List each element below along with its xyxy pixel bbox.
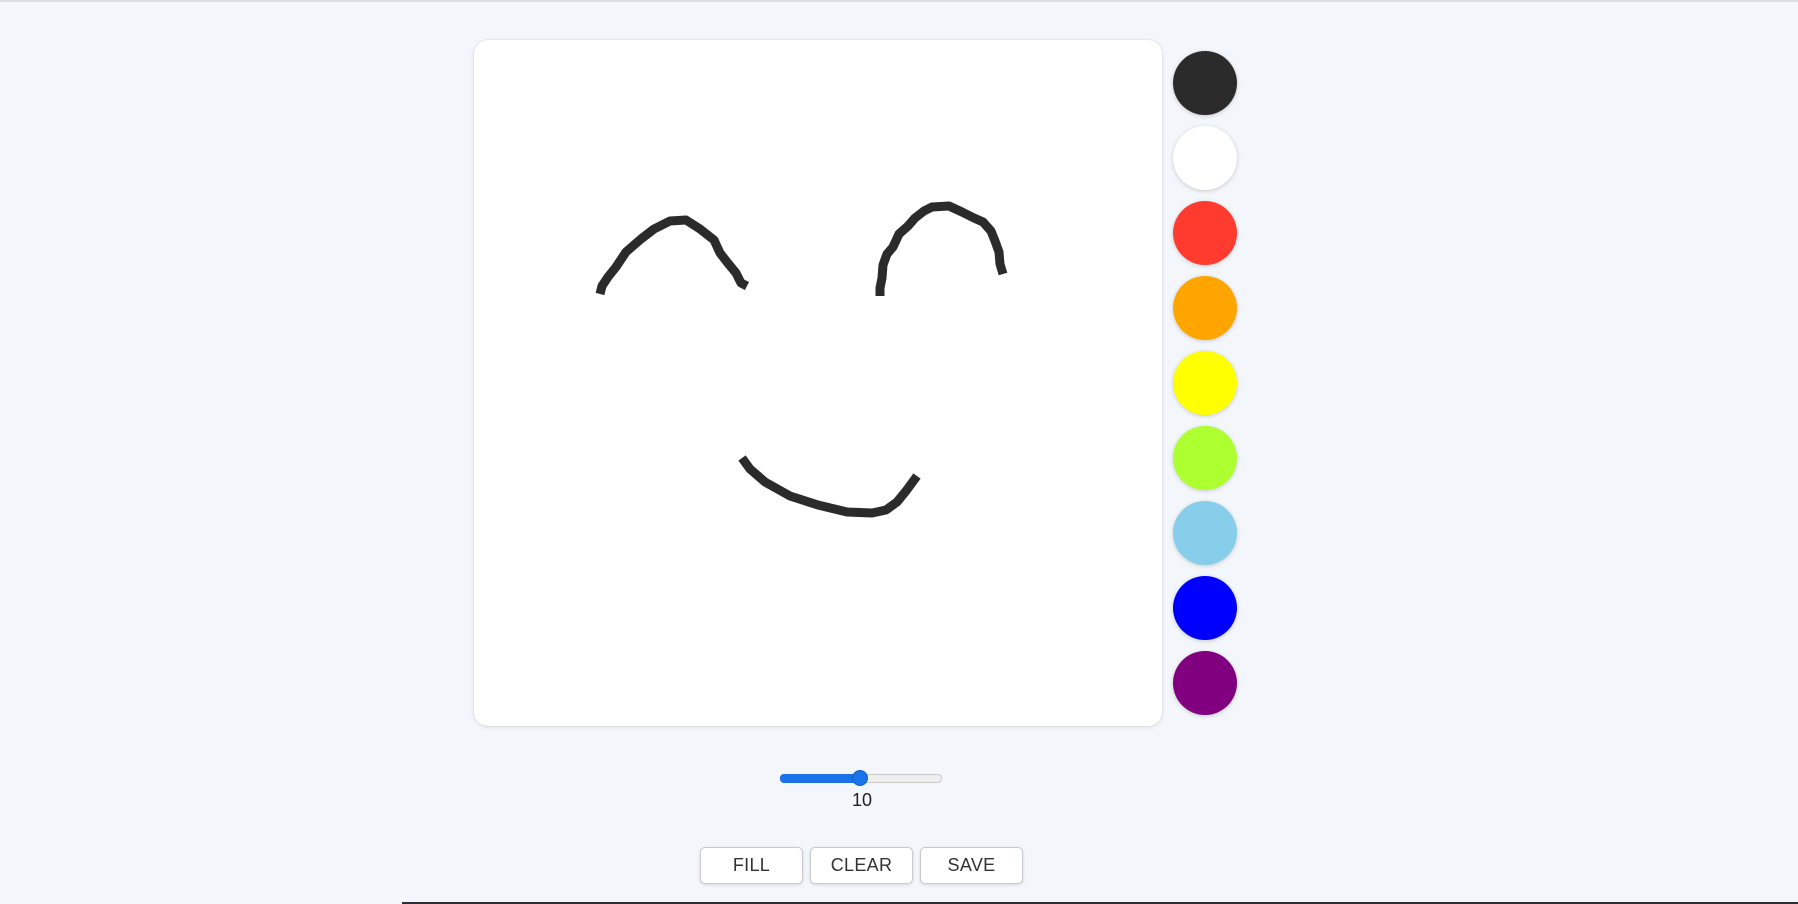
drawing-layer [595,201,1008,518]
color-palette [1173,51,1237,726]
fill-button[interactable]: FILL [700,847,803,884]
color-swatch-yellow-green[interactable] [1173,426,1237,490]
brush-size-value: 10 [851,790,873,810]
color-swatch-white[interactable] [1173,126,1237,190]
right-eye-stroke [875,201,1008,296]
clear-button[interactable]: CLEAR [810,847,913,884]
mouth-stroke [738,455,921,518]
left-eye-stroke [595,215,750,296]
slider-thumb[interactable] [852,770,868,786]
slider-fill [780,774,860,783]
save-button[interactable]: SAVE [920,847,1023,884]
top-border [0,0,1798,2]
drawing-canvas[interactable] [474,40,1162,726]
color-swatch-blue[interactable] [1173,576,1237,640]
color-swatch-black[interactable] [1173,51,1237,115]
brush-size-slider[interactable] [780,770,942,786]
toolbar: FILL CLEAR SAVE [700,847,1023,884]
color-swatch-sky-blue[interactable] [1173,501,1237,565]
color-swatch-purple[interactable] [1173,651,1237,715]
color-swatch-red[interactable] [1173,201,1237,265]
color-swatch-yellow[interactable] [1173,351,1237,415]
color-swatch-orange[interactable] [1173,276,1237,340]
